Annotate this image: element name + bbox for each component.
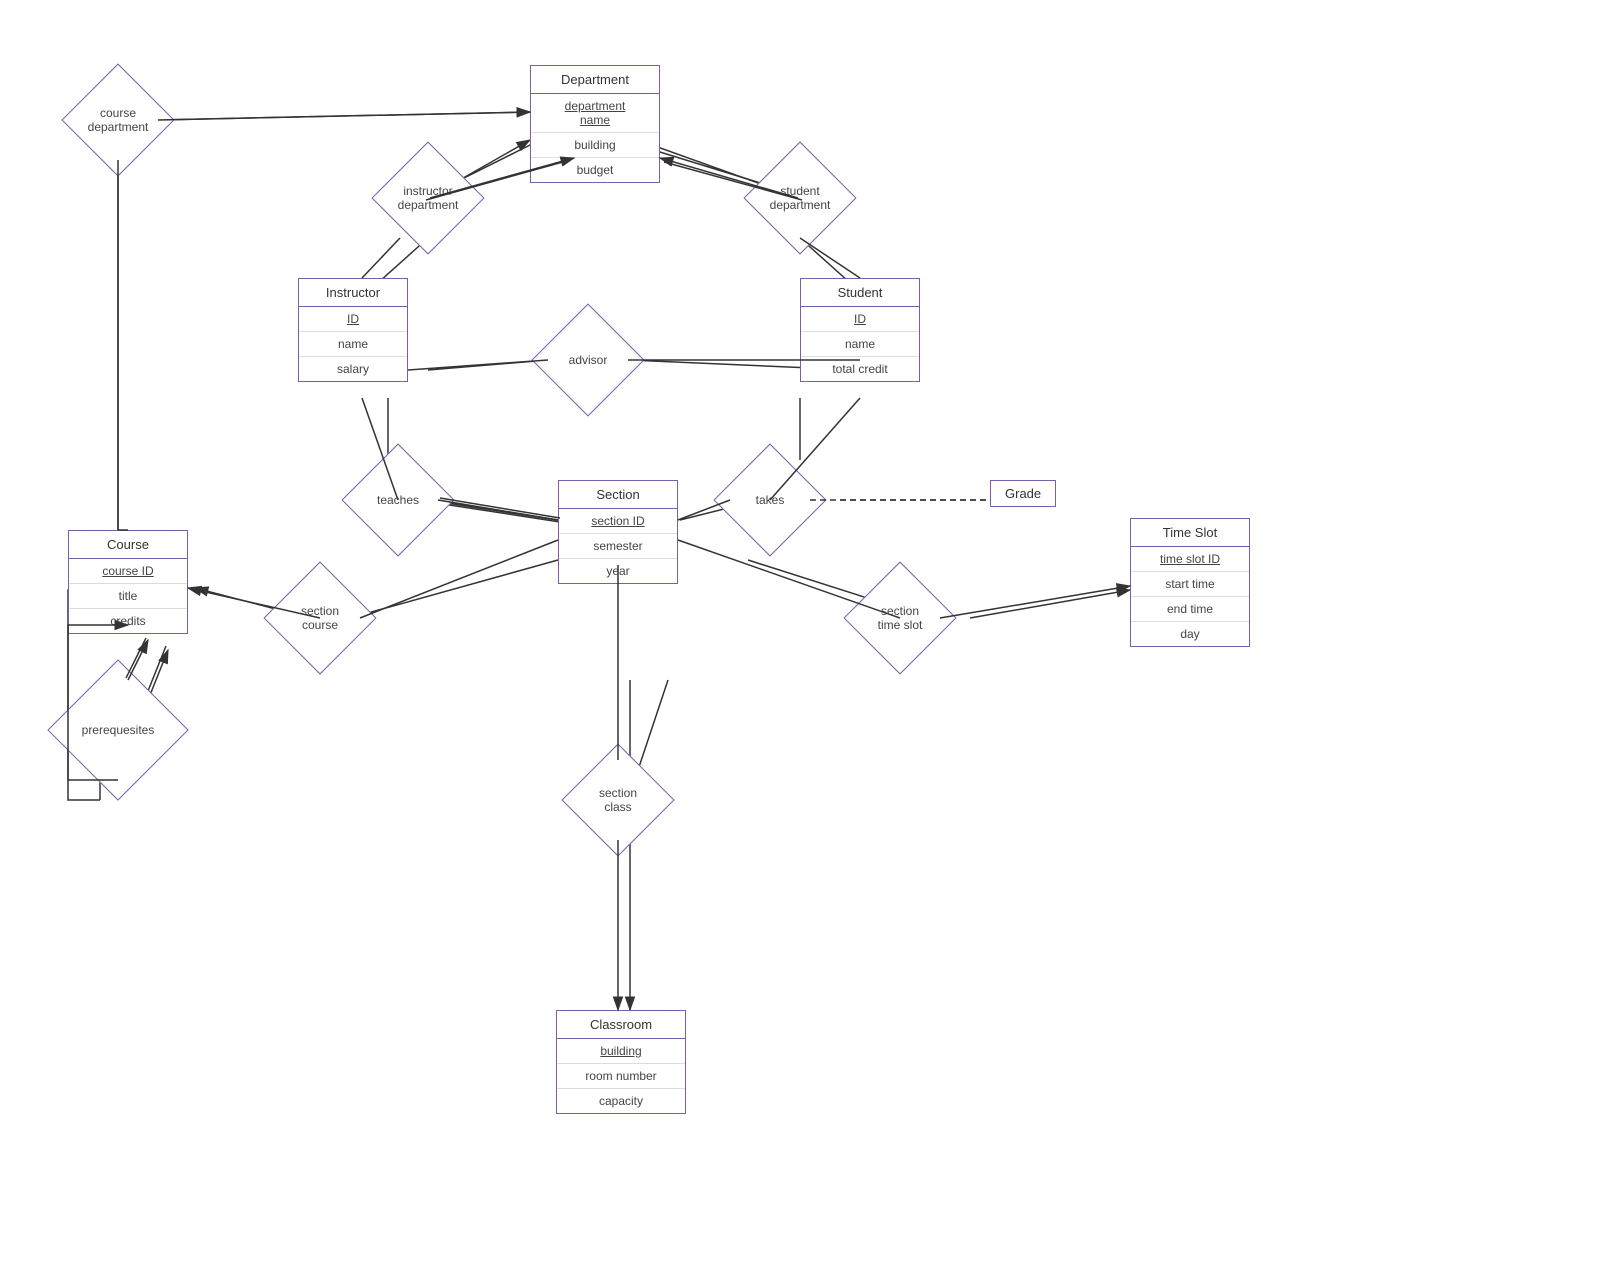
attr-section-id: section ID <box>559 509 677 534</box>
entity-instructor-title: Instructor <box>299 279 407 307</box>
attr-course-id: course ID <box>69 559 187 584</box>
grade-box: Grade <box>990 480 1056 507</box>
attr-instructor-salary: salary <box>299 357 407 381</box>
attr-classroom-room: room number <box>557 1064 685 1089</box>
entity-instructor: Instructor ID name salary <box>298 278 408 382</box>
attr-dept-name: departmentname <box>531 94 659 133</box>
entity-classroom-title: Classroom <box>557 1011 685 1039</box>
diamond-student-department: studentdepartment <box>760 158 840 238</box>
entity-classroom: Classroom building room number capacity <box>556 1010 686 1114</box>
attr-course-title: title <box>69 584 187 609</box>
er-diagram: Department departmentname building budge… <box>0 0 1600 1280</box>
diamond-instructor-department: instructordepartment <box>388 158 468 238</box>
attr-timeslot-start: start time <box>1131 572 1249 597</box>
diamond-advisor: advisor <box>548 320 628 400</box>
attr-classroom-capacity: capacity <box>557 1089 685 1113</box>
entity-department-title: Department <box>531 66 659 94</box>
attr-timeslot-id: time slot ID <box>1131 547 1249 572</box>
diamond-section-timeslot: sectiontime slot <box>860 578 940 658</box>
entity-student-title: Student <box>801 279 919 307</box>
diamond-section-course: sectioncourse <box>280 578 360 658</box>
diamond-course-department: coursedepartment <box>78 80 158 160</box>
entity-course-title: Course <box>69 531 187 559</box>
attr-timeslot-end: end time <box>1131 597 1249 622</box>
diamond-takes: takes <box>730 460 810 540</box>
attr-section-semester: semester <box>559 534 677 559</box>
attr-classroom-building: building <box>557 1039 685 1064</box>
attr-section-year: year <box>559 559 677 583</box>
attr-instructor-id: ID <box>299 307 407 332</box>
attr-dept-budget: budget <box>531 158 659 182</box>
entity-department: Department departmentname building budge… <box>530 65 660 183</box>
diamond-teaches: teaches <box>358 460 438 540</box>
entity-student: Student ID name total credit <box>800 278 920 382</box>
attr-student-total-credit: total credit <box>801 357 919 381</box>
entity-course: Course course ID title credits <box>68 530 188 634</box>
entity-section-title: Section <box>559 481 677 509</box>
entity-timeslot-title: Time Slot <box>1131 519 1249 547</box>
diamond-prerequesites: prerequesites <box>68 680 168 780</box>
attr-student-id: ID <box>801 307 919 332</box>
attr-dept-building: building <box>531 133 659 158</box>
attr-course-credits: credits <box>69 609 187 633</box>
attr-student-name: name <box>801 332 919 357</box>
attr-timeslot-day: day <box>1131 622 1249 646</box>
diamond-section-class: sectionclass <box>578 760 658 840</box>
entity-timeslot: Time Slot time slot ID start time end ti… <box>1130 518 1250 647</box>
attr-instructor-name: name <box>299 332 407 357</box>
entity-section: Section section ID semester year <box>558 480 678 584</box>
grade-label: Grade <box>1005 486 1041 501</box>
